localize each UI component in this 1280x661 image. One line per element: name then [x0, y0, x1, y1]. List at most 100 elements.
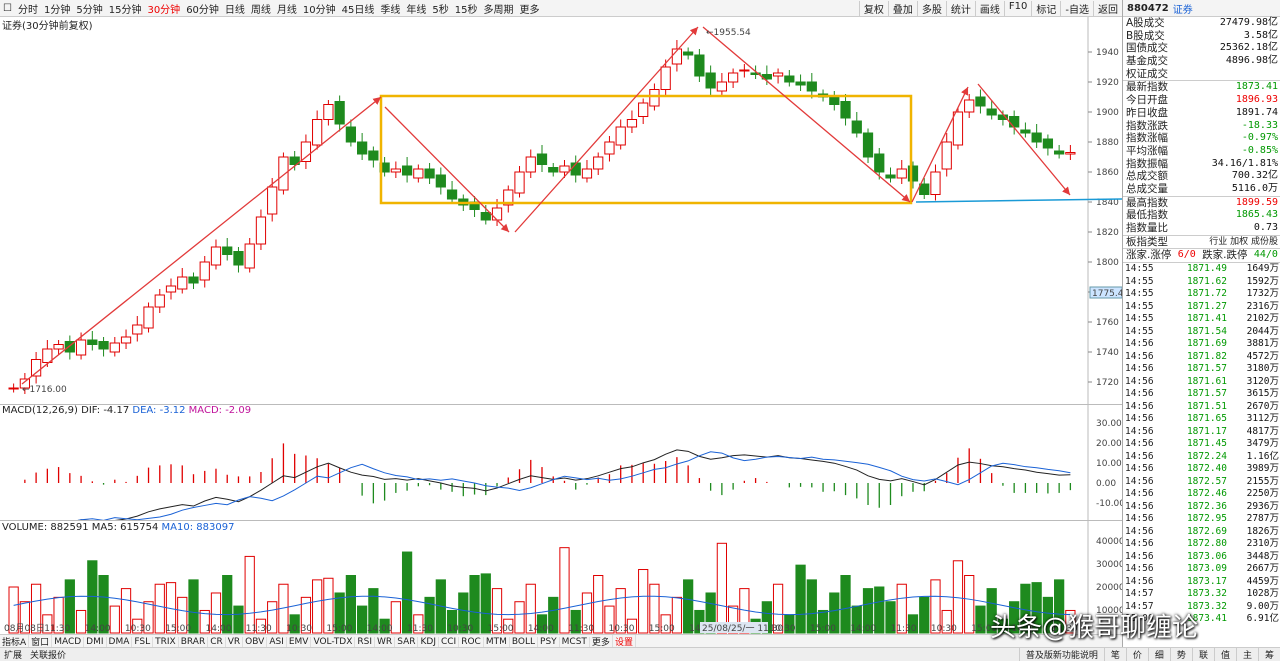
- candle-body: [716, 81, 727, 92]
- status-button[interactable]: 普及版新功能说明: [1018, 648, 1104, 661]
- period-tab[interactable]: 5秒: [429, 1, 451, 16]
- candle-body: [491, 207, 503, 221]
- toolbar-action-button[interactable]: 画线: [974, 0, 1004, 16]
- indicator-tab[interactable]: FSL: [132, 636, 154, 647]
- toolbar-action-button[interactable]: F10: [1003, 0, 1031, 16]
- status-button[interactable]: 联: [1191, 648, 1214, 661]
- indicator-tab[interactable]: SAR: [395, 636, 419, 647]
- tick-time: 14:55: [1125, 313, 1154, 325]
- toolbar-action-button[interactable]: 多股: [916, 0, 946, 16]
- tick-volume: 2102万: [1246, 313, 1279, 325]
- tick-volume: 1592万: [1246, 275, 1279, 287]
- volume-panel[interactable]: VOLUME: 882591 MA5: 615754 MA10: 883097 …: [0, 520, 1122, 634]
- date-label: 15:00: [165, 624, 191, 634]
- period-tab[interactable]: 日线: [222, 1, 248, 16]
- indicator-tab[interactable]: TRIX: [153, 636, 179, 647]
- period-tab[interactable]: 30分钟: [144, 1, 183, 16]
- period-tab[interactable]: 1分钟: [41, 1, 73, 16]
- indicator-tab[interactable]: ROC: [459, 636, 484, 647]
- candle-body: [559, 165, 570, 173]
- volume-bar: [312, 579, 323, 634]
- toolbar-action-button[interactable]: 叠加: [887, 0, 917, 16]
- candle-body: [952, 111, 964, 146]
- tick-price: 1872.95: [1186, 513, 1227, 525]
- volume-chart[interactable]: 4000030000200001000008月08日 11:30 14:00 10:3…: [0, 520, 1122, 634]
- indicator-tab[interactable]: BRAR: [179, 636, 209, 647]
- indicator-tab[interactable]: CCI: [439, 636, 460, 647]
- period-tab[interactable]: 60分钟: [183, 1, 222, 16]
- indicator-tab[interactable]: MCST: [560, 636, 590, 647]
- indicator-tab[interactable]: VOL-TDX: [311, 636, 356, 647]
- indicator-tab[interactable]: EMV: [287, 636, 312, 647]
- tick-volume: 4459万: [1246, 575, 1279, 587]
- indicator-tab[interactable]: WR: [375, 636, 396, 647]
- macd-panel[interactable]: MACD(12,26,9) DIF: -4.17 DEA: -3.12 MACD…: [0, 404, 1122, 521]
- volume-bar: [514, 601, 525, 634]
- tick-row: 14:56 1871.51 2670万: [1123, 401, 1280, 414]
- tick-volume: 3112万: [1246, 413, 1279, 425]
- period-tab[interactable]: 15秒: [452, 1, 481, 16]
- status-button[interactable]: 值: [1213, 648, 1236, 661]
- indicator-tab[interactable]: KDJ: [418, 636, 439, 647]
- indicator-tab[interactable]: MACD: [52, 636, 85, 647]
- toolbar-action-button[interactable]: -自选: [1060, 0, 1093, 16]
- candle-body: [390, 168, 401, 173]
- indicator-tab[interactable]: VR: [226, 636, 244, 647]
- status-button[interactable]: 主: [1235, 648, 1258, 661]
- indicator-tab[interactable]: DMI: [84, 636, 107, 647]
- candle-body: [829, 96, 840, 105]
- status-related[interactable]: 关联报价: [26, 648, 70, 661]
- candle-body: [975, 96, 986, 107]
- watermark-text: 头条@猴哥聊缠论: [990, 613, 1199, 643]
- tick-row: 14:56 1872.46 2250万: [1123, 488, 1280, 501]
- status-button[interactable]: 价: [1125, 648, 1148, 661]
- period-tab[interactable]: 分时: [15, 1, 41, 16]
- toolbar-action-button[interactable]: 返回: [1093, 0, 1122, 16]
- stat-label: 最新指数: [1126, 81, 1168, 94]
- toolbar-action-button[interactable]: 统计: [945, 0, 975, 16]
- tick-price: 1873.32: [1186, 588, 1227, 600]
- volume-bar: [593, 575, 604, 634]
- status-button[interactable]: 势: [1169, 648, 1192, 661]
- tick-row: 14:56 1871.82 4572万: [1123, 351, 1280, 364]
- volume-axis-label: 30000: [1096, 560, 1122, 570]
- stat-row: 指数振幅 34.16/1.81%: [1123, 158, 1280, 171]
- price-axis-label: 1940: [1096, 48, 1119, 58]
- price-panel[interactable]: 1940192019001880186018401820180017801760…: [0, 17, 1122, 405]
- indicator-tab[interactable]: BOLL: [510, 636, 539, 647]
- period-tab[interactable]: 15分钟: [106, 1, 145, 16]
- tick-price: 1872.24: [1186, 450, 1227, 462]
- period-tab[interactable]: 5分钟: [73, 1, 105, 16]
- period-tab[interactable]: 更多: [517, 1, 543, 16]
- indicator-tab[interactable]: RSI: [355, 636, 376, 647]
- period-tab[interactable]: 周线: [248, 1, 274, 16]
- sector-type-value[interactable]: 行业 加权 成份股: [1209, 236, 1278, 249]
- indicator-tab[interactable]: MTM: [484, 636, 510, 647]
- candlestick-chart[interactable]: 1940192019001880186018401820180017801760…: [0, 17, 1122, 404]
- indicator-tab[interactable]: PSY: [538, 636, 560, 647]
- macd-chart[interactable]: 30.00 20.00 10.00 0.00 -10.00: [0, 404, 1122, 520]
- status-button[interactable]: 细: [1147, 648, 1170, 661]
- status-button[interactable]: 笔: [1103, 648, 1126, 661]
- period-tab[interactable]: 10分钟: [300, 1, 339, 16]
- indicator-tab[interactable]: OBV: [243, 636, 268, 647]
- candle-body: [739, 69, 750, 72]
- period-tab[interactable]: 多周期: [481, 1, 517, 16]
- period-tab[interactable]: 年线: [403, 1, 429, 16]
- status-button[interactable]: 筹: [1257, 648, 1280, 661]
- indicator-tab[interactable]: ASI: [267, 636, 287, 647]
- period-tab[interactable]: 季线: [377, 1, 403, 16]
- indicator-tab[interactable]: CR: [208, 636, 226, 647]
- status-right-buttons: 普及版新功能说明笔价细势联值主筹: [1018, 648, 1280, 661]
- index-name[interactable]: 证券: [1173, 1, 1193, 16]
- period-tab[interactable]: 月线: [274, 1, 300, 16]
- indicator-tab[interactable]: DMA: [107, 636, 133, 647]
- status-expand[interactable]: 扩展: [0, 648, 26, 661]
- toolbar-action-button[interactable]: 复权: [858, 0, 888, 16]
- tick-list[interactable]: 14:55 1871.49 1649万 14:55 1871.62 1592万 14:55 1…: [1123, 262, 1280, 626]
- candle-body: [514, 171, 525, 194]
- toolbar-action-button[interactable]: 标记: [1031, 0, 1060, 16]
- toolbar-window-icon[interactable]: ☐: [0, 3, 15, 14]
- period-tab[interactable]: 45日线: [339, 1, 378, 16]
- price-axis-label: 1720: [1096, 378, 1119, 388]
